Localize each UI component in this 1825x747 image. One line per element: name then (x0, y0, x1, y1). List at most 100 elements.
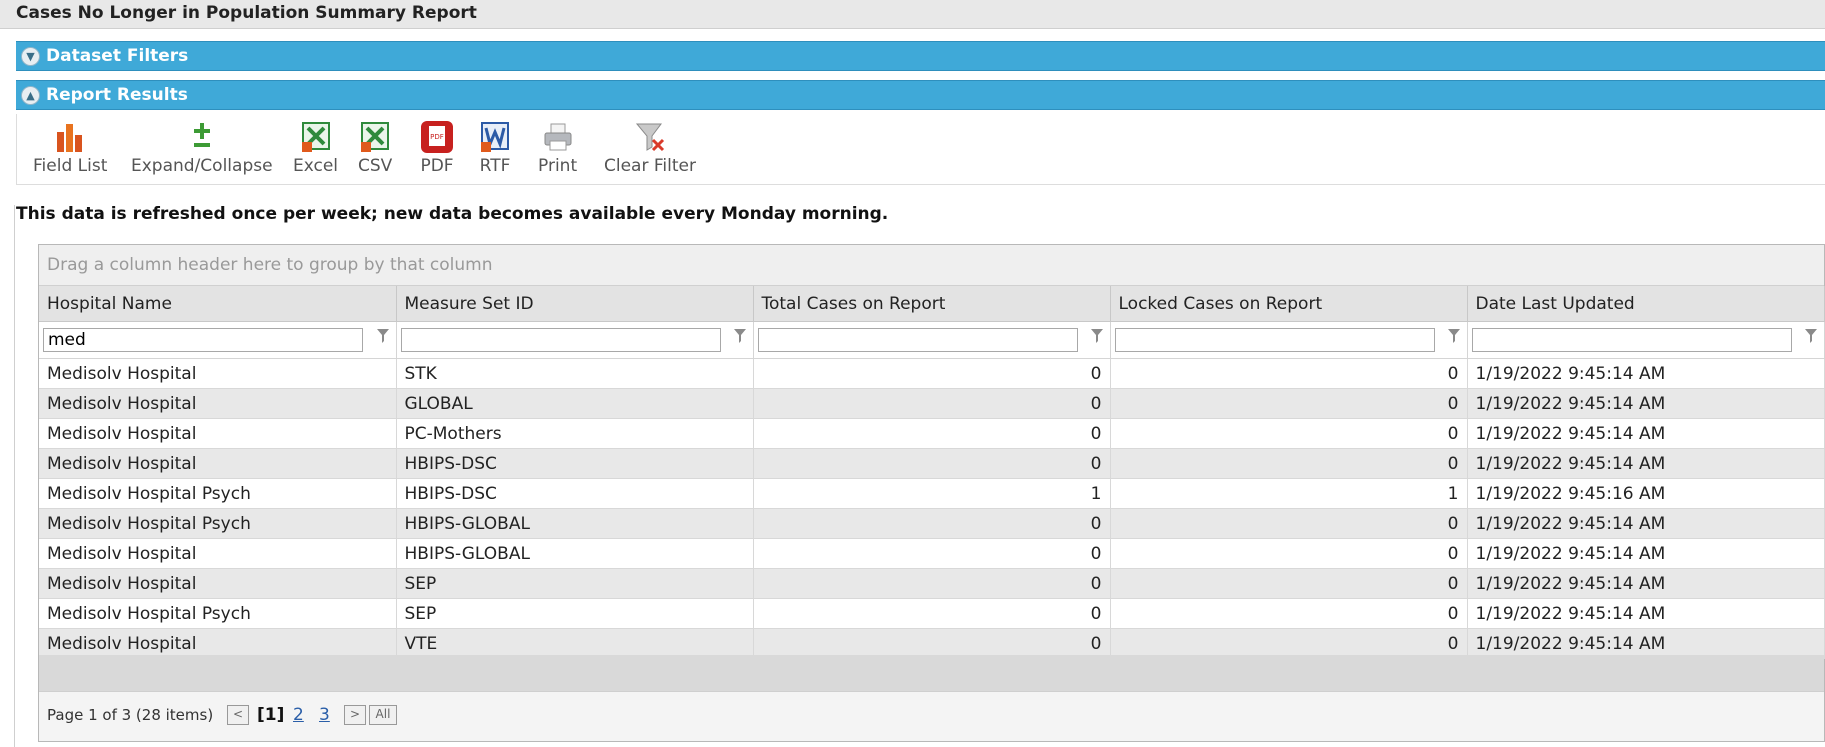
table-row[interactable]: Medisolv Hospital Psych HBIPS-GLOBAL 0 0… (39, 508, 1825, 539)
filter-cell-total-cases (753, 321, 1111, 359)
total-cases-cell: 0 (753, 598, 1111, 629)
hospital-name-cell: Medisolv Hospital (39, 418, 397, 449)
clear-filter-button[interactable]: Clear Filter (604, 120, 696, 176)
refresh-notice: This data is refreshed once per week; ne… (16, 204, 889, 224)
printer-icon (542, 120, 574, 154)
table-row[interactable]: Medisolv Hospital VTE 0 0 1/19/2022 9:45… (39, 628, 1825, 659)
prev-page-button[interactable]: < (227, 705, 249, 725)
hospital-name-cell: Medisolv Hospital Psych (39, 508, 397, 539)
clear-filter-label: Clear Filter (604, 156, 696, 176)
expand-toggle-icon[interactable]: ▼ (21, 47, 40, 66)
page-1-current: [1] (257, 705, 285, 725)
filter-cell-locked-cases (1110, 321, 1468, 359)
svg-text:PDF: PDF (430, 133, 444, 141)
filter-options-icon[interactable] (1804, 328, 1818, 344)
clear-filter-icon (634, 120, 666, 154)
pdf-export-button[interactable]: PDF PDF (420, 120, 454, 176)
measure-set-id-cell: VTE (396, 628, 754, 659)
collapse-toggle-icon[interactable]: ▲ (21, 86, 40, 105)
table-row[interactable]: Medisolv Hospital GLOBAL 0 0 1/19/2022 9… (39, 388, 1825, 419)
date-last-updated-cell: 1/19/2022 9:45:14 AM (1467, 628, 1825, 659)
pager-summary: Page 1 of 3 (28 items) (47, 706, 214, 724)
field-list-button[interactable]: Field List (33, 120, 107, 176)
total-cases-filter-input[interactable] (757, 328, 1078, 352)
report-grid: Drag a column header here to group by th… (38, 244, 1825, 742)
print-label: Print (538, 156, 578, 176)
total-cases-cell: 0 (753, 538, 1111, 569)
report-results-panel[interactable]: ▲ Report Results (16, 80, 1825, 110)
filter-cell-hospital-name (39, 321, 397, 359)
locked-cases-cell: 0 (1110, 598, 1468, 629)
measure-set-id-cell: GLOBAL (396, 388, 754, 419)
column-header-hospital-name[interactable]: Hospital Name (39, 286, 397, 322)
hospital-name-cell: Medisolv Hospital (39, 538, 397, 569)
excel-export-button[interactable]: Excel (293, 120, 338, 176)
locked-cases-filter-input[interactable] (1114, 328, 1435, 352)
table-row[interactable]: Medisolv Hospital HBIPS-GLOBAL 0 0 1/19/… (39, 538, 1825, 569)
hospital-name-cell: Medisolv Hospital (39, 628, 397, 659)
show-all-button[interactable]: All (369, 705, 397, 725)
group-by-panel[interactable]: Drag a column header here to group by th… (39, 245, 1824, 286)
total-cases-cell: 0 (753, 628, 1111, 659)
date-last-updated-cell: 1/19/2022 9:45:14 AM (1467, 508, 1825, 539)
column-header-measure-set-id[interactable]: Measure Set ID (396, 286, 754, 322)
hospital-name-cell: Medisolv Hospital Psych (39, 478, 397, 509)
field-list-label: Field List (33, 156, 108, 176)
window-title-bar: Cases No Longer in Population Summary Re… (0, 0, 1825, 29)
date-last-updated-cell: 1/19/2022 9:45:14 AM (1467, 358, 1825, 389)
total-cases-cell: 0 (753, 448, 1111, 479)
csv-export-button[interactable]: CSV (358, 120, 392, 176)
measure-set-id-cell: HBIPS-DSC (396, 478, 754, 509)
table-row[interactable]: Medisolv Hospital HBIPS-DSC 0 0 1/19/202… (39, 448, 1825, 479)
date-last-updated-cell: 1/19/2022 9:45:14 AM (1467, 418, 1825, 449)
date-last-updated-cell: 1/19/2022 9:45:14 AM (1467, 538, 1825, 569)
measure-set-id-cell: SEP (396, 598, 754, 629)
header-row: Hospital Name Measure Set ID Total Cases… (39, 286, 1825, 322)
date-last-updated-cell: 1/19/2022 9:45:14 AM (1467, 448, 1825, 479)
page-2-link[interactable]: 2 (293, 705, 304, 725)
hospital-name-cell: Medisolv Hospital (39, 358, 397, 389)
date-last-updated-cell: 1/19/2022 9:45:14 AM (1467, 598, 1825, 629)
measure-set-id-filter-input[interactable] (400, 328, 721, 352)
results-table: Hospital Name Measure Set ID Total Cases… (39, 286, 1825, 659)
filter-options-icon[interactable] (733, 328, 747, 344)
grid-footer-band (39, 655, 1824, 692)
filter-options-icon[interactable] (1447, 328, 1461, 344)
hospital-name-cell: Medisolv Hospital (39, 568, 397, 599)
expand-collapse-button[interactable]: Expand/Collapse (131, 120, 273, 176)
table-row[interactable]: Medisolv Hospital STK 0 0 1/19/2022 9:45… (39, 358, 1825, 389)
hospital-name-filter-input[interactable] (43, 328, 363, 352)
next-page-button[interactable]: > (344, 705, 366, 725)
hospital-name-cell: Medisolv Hospital (39, 448, 397, 479)
column-header-date-last-updated[interactable]: Date Last Updated (1467, 286, 1825, 322)
dataset-filters-panel[interactable]: ▼ Dataset Filters (16, 41, 1825, 71)
column-header-locked-cases[interactable]: Locked Cases on Report (1110, 286, 1468, 322)
filter-row (39, 321, 1825, 359)
table-row[interactable]: Medisolv Hospital SEP 0 0 1/19/2022 9:45… (39, 568, 1825, 599)
date-last-updated-cell: 1/19/2022 9:45:14 AM (1467, 568, 1825, 599)
print-button[interactable]: Print (538, 120, 577, 176)
filter-options-icon[interactable] (376, 328, 390, 344)
csv-label: CSV (358, 156, 393, 176)
table-row[interactable]: Medisolv Hospital Psych SEP 0 0 1/19/202… (39, 598, 1825, 629)
table-row[interactable]: Medisolv Hospital Psych HBIPS-DSC 1 1 1/… (39, 478, 1825, 509)
table-row[interactable]: Medisolv Hospital PC-Mothers 0 0 1/19/20… (39, 418, 1825, 449)
field-list-icon (55, 120, 85, 154)
locked-cases-cell: 0 (1110, 448, 1468, 479)
page-3-link[interactable]: 3 (319, 705, 330, 725)
excel-icon (300, 120, 332, 154)
rtf-export-button[interactable]: RTF (479, 120, 511, 176)
measure-set-id-cell: SEP (396, 568, 754, 599)
filter-options-icon[interactable] (1090, 328, 1104, 344)
report-results-label: Report Results (46, 85, 188, 105)
column-header-total-cases[interactable]: Total Cases on Report (753, 286, 1111, 322)
total-cases-cell: 0 (753, 358, 1111, 389)
rtf-label: RTF (479, 156, 511, 176)
date-last-updated-filter-input[interactable] (1471, 328, 1792, 352)
rtf-icon (479, 120, 511, 154)
locked-cases-cell: 0 (1110, 418, 1468, 449)
pdf-icon: PDF (420, 120, 454, 154)
total-cases-cell: 0 (753, 568, 1111, 599)
locked-cases-cell: 0 (1110, 568, 1468, 599)
csv-icon (359, 120, 391, 154)
